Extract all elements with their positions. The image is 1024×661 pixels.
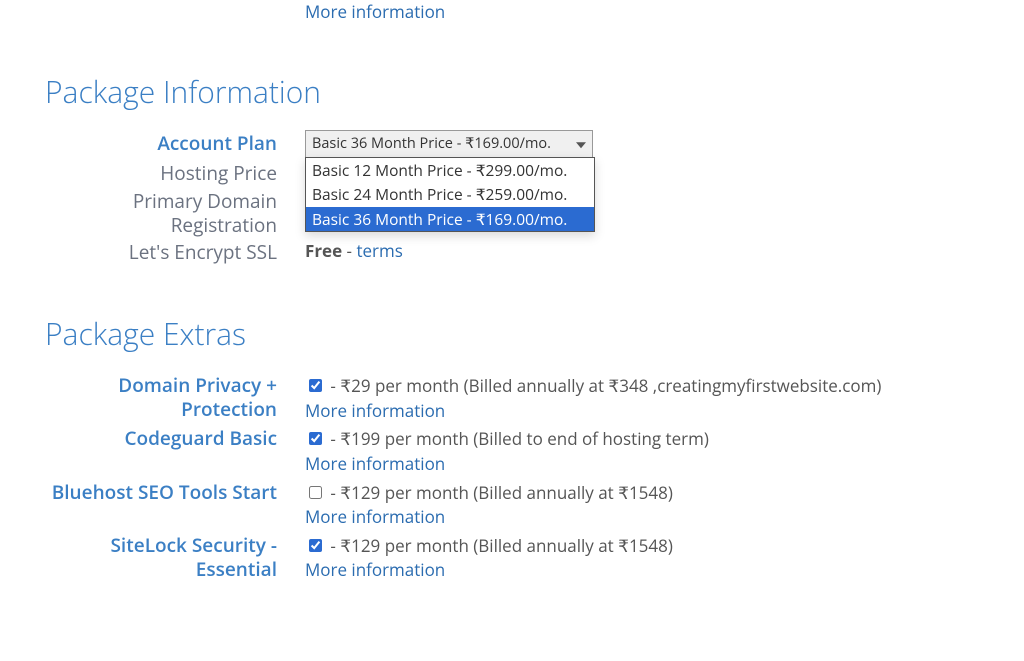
package-extras-heading: Package Extras	[45, 313, 1024, 354]
extra-more-1[interactable]: More information	[305, 452, 445, 475]
extra-label-0: Domain Privacy + Protection	[45, 372, 277, 422]
extra-label-2: Bluehost SEO Tools Start	[45, 479, 277, 505]
account-plan-select[interactable]: Basic 36 Month Price - ₹169.00/mo.	[305, 130, 593, 158]
account-plan-option-0[interactable]: Basic 12 Month Price - ₹299.00/mo.	[306, 158, 594, 182]
extra-desc-2: - ₹129 per month (Billed annually at ₹15…	[326, 481, 673, 504]
extra-more-3[interactable]: More information	[305, 558, 445, 581]
account-plan-select-value: Basic 36 Month Price - ₹169.00/mo.	[312, 133, 551, 154]
extra-desc-0: - ₹29 per month (Billed annually at ₹348…	[326, 374, 881, 397]
account-plan-option-1[interactable]: Basic 24 Month Price - ₹259.00/mo.	[306, 182, 594, 206]
extra-desc-1: - ₹199 per month (Billed to end of hosti…	[326, 427, 709, 450]
package-information-heading: Package Information	[45, 71, 1024, 112]
ssl-value: Free	[305, 239, 342, 262]
extra-checkbox-1[interactable]	[309, 432, 322, 445]
extra-desc-3: - ₹129 per month (Billed annually at ₹15…	[326, 534, 673, 557]
account-plan-dropdown: Basic 12 Month Price - ₹299.00/mo. Basic…	[305, 157, 595, 232]
extra-checkbox-3[interactable]	[309, 539, 322, 552]
extra-more-2[interactable]: More information	[305, 505, 445, 528]
lets-encrypt-ssl-label: Let's Encrypt SSL	[45, 239, 277, 265]
primary-domain-registration-label: Primary Domain Registration	[45, 188, 277, 238]
ssl-terms-link[interactable]: terms	[356, 239, 402, 262]
hosting-price-label: Hosting Price	[45, 160, 277, 186]
account-plan-label: Account Plan	[45, 130, 277, 156]
more-information-link-top[interactable]: More information	[305, 0, 445, 23]
extra-checkbox-0[interactable]	[309, 379, 322, 392]
extra-checkbox-2[interactable]	[309, 486, 322, 499]
account-plan-option-2[interactable]: Basic 36 Month Price - ₹169.00/mo.	[306, 207, 594, 231]
ssl-sep: -	[342, 239, 356, 262]
extra-label-1: Codeguard Basic	[45, 425, 277, 451]
extra-label-3: SiteLock Security - Essential	[45, 532, 277, 582]
extra-more-0[interactable]: More information	[305, 399, 445, 422]
